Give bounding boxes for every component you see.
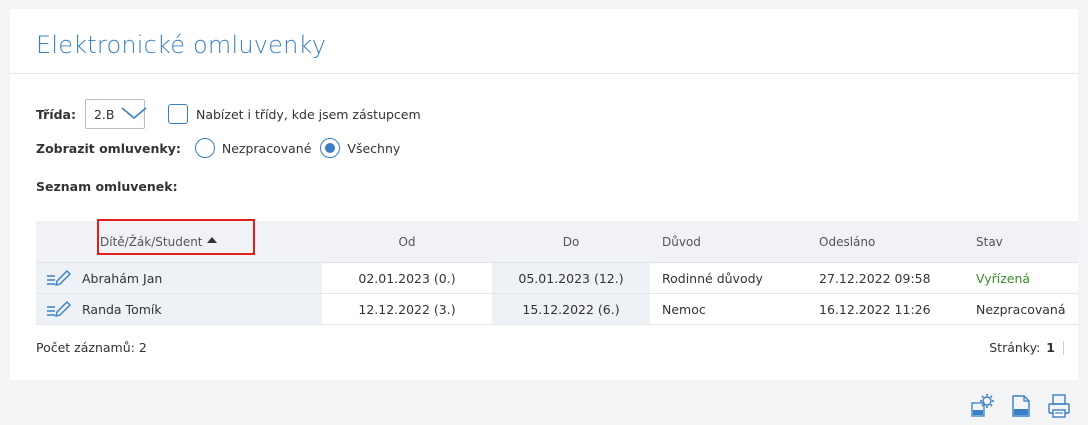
row-student-name: Abrahám Jan <box>74 263 322 293</box>
zobrazit-filter: Zobrazit omluvenky: Nezpracované Všechny <box>36 136 400 160</box>
column-header-od[interactable]: Od <box>322 221 492 262</box>
row-od: 12.12.2022 (3.) <box>358 301 456 317</box>
pagination-divider <box>1063 340 1064 355</box>
table-row[interactable]: Abrahám Jan 02.01.2023 (0.) 05.01.2023 (… <box>36 263 1078 294</box>
row-do: 05.01.2023 (12.) <box>492 263 650 293</box>
radio-selected-dot <box>325 143 336 153</box>
trida-value: 2.B <box>93 106 115 122</box>
page-title: Elektronické omluvenky <box>36 31 327 59</box>
zobrazit-label: Zobrazit omluvenky: <box>36 140 181 156</box>
row-duvod: Nemoc <box>662 301 706 317</box>
trida-filter: Třída: 2.B Nabízet i třídy, kde jsem zás… <box>36 98 421 130</box>
header-icon-col <box>36 221 74 262</box>
export-xls-icon[interactable] <box>1008 393 1034 419</box>
trida-label: Třída: <box>36 106 76 122</box>
list-title: Seznam omluvenek: <box>36 179 178 194</box>
record-count: Počet záznamů: 2 <box>36 340 147 355</box>
row-duvod: Rodinné důvody <box>662 270 763 286</box>
print-icon[interactable] <box>1046 393 1072 419</box>
column-header-stav[interactable]: Stav <box>964 221 1078 262</box>
column-header-duvod[interactable]: Důvod <box>650 221 807 262</box>
row-odeslano: 27.12.2022 09:58 <box>819 270 931 286</box>
table-row[interactable]: Randa Tomík 12.12.2022 (3.) 15.12.2022 (… <box>36 294 1078 325</box>
radio-vsechny-label: Všechny <box>347 140 401 156</box>
title-divider <box>10 73 1078 74</box>
substitute-checkbox[interactable] <box>167 104 188 124</box>
edit-icon[interactable] <box>36 263 74 293</box>
row-od: 02.01.2023 (0.) <box>358 270 456 286</box>
radio-nezpracovane-label: Nezpracované <box>221 140 312 156</box>
main-card: Elektronické omluvenky Třída: 2.B Nabíze… <box>10 9 1078 380</box>
pages-label: Stránky: <box>989 340 1041 355</box>
highlight-box <box>97 219 255 255</box>
row-do: 15.12.2022 (6.) <box>492 294 650 324</box>
column-header-odeslano[interactable]: Odesláno <box>807 221 964 262</box>
row-status: Nezpracovaná <box>976 301 1066 317</box>
edit-icon[interactable] <box>36 294 74 324</box>
radio-nezpracovane[interactable] <box>194 138 215 158</box>
export-xls-settings-icon[interactable] <box>970 393 996 419</box>
trida-select[interactable]: 2.B <box>84 99 147 129</box>
chevron-down-icon <box>120 106 147 123</box>
radio-vsechny[interactable] <box>320 138 341 158</box>
page-number-current[interactable]: 1 <box>1046 340 1055 355</box>
column-header-do[interactable]: Do <box>492 221 650 262</box>
row-odeslano: 16.12.2022 11:26 <box>819 301 931 317</box>
export-toolbar <box>970 393 1072 419</box>
substitute-checkbox-label: Nabízet i třídy, kde jsem zástupcem <box>195 106 421 122</box>
row-status: Vyřízená <box>976 270 1031 286</box>
row-student-name: Randa Tomík <box>74 294 322 324</box>
pagination: Stránky: 1 <box>989 340 1064 355</box>
